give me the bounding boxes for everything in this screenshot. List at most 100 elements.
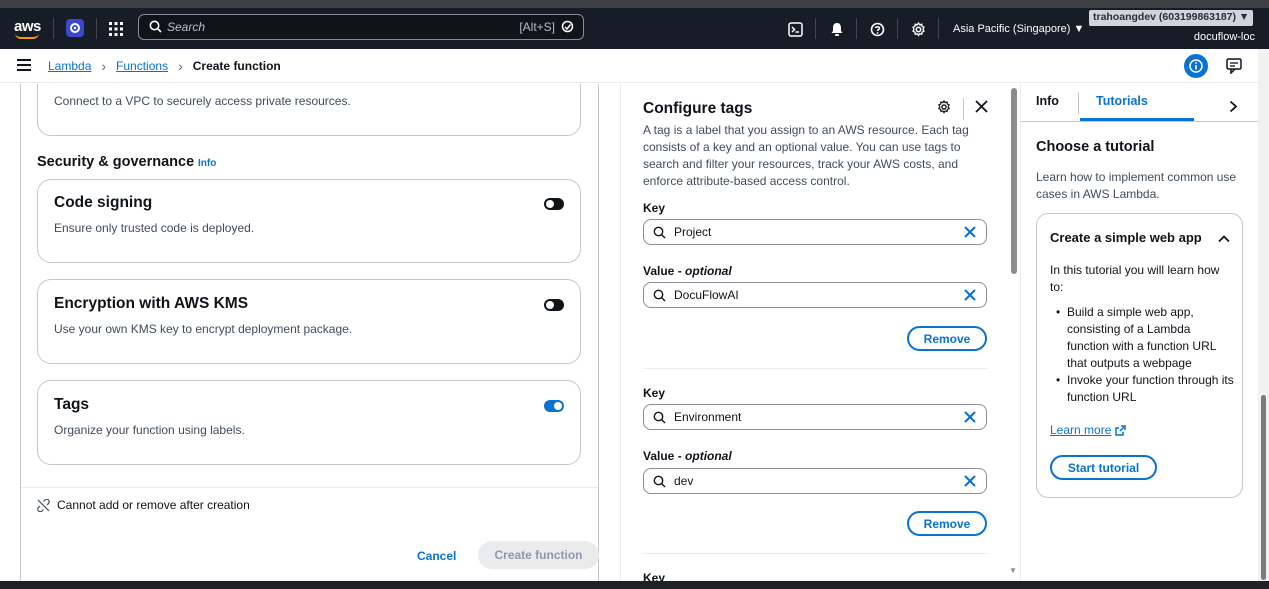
scroll-down-arrow-icon[interactable]: ▼	[1009, 566, 1017, 575]
search-input[interactable]: Search [Alt+S]	[138, 14, 584, 40]
aws-smile-icon	[15, 33, 39, 39]
kms-encryption-title: Encryption with AWS KMS	[54, 295, 249, 312]
tag-divider	[643, 553, 987, 554]
tag-key-label: Key	[643, 386, 666, 400]
value-label-text: Value -	[643, 264, 686, 278]
help-heading: Choose a tutorial	[1036, 139, 1155, 155]
tag-key-label: Key	[643, 201, 666, 215]
remove-tag-button[interactable]: Remove	[907, 326, 987, 351]
breadcrumb: Lambda › Functions › Create function	[48, 49, 281, 83]
breadcrumb-current: Create function	[192, 59, 281, 73]
tags-description: Organize your function using labels.	[54, 423, 245, 437]
configure-tags-panel: Configure tags A tag is a label that you…	[620, 84, 1020, 581]
help-panel: Info Tutorials Choose a tutorial Learn h…	[1020, 84, 1258, 581]
tag-value-input[interactable]: dev	[643, 468, 987, 494]
tab-tutorials[interactable]: Tutorials	[1096, 94, 1148, 108]
optional-label: optional	[685, 264, 732, 278]
app-icon[interactable]	[66, 19, 84, 37]
menu-icon[interactable]	[17, 59, 31, 74]
tag-value-label: Value - optional	[643, 449, 732, 463]
tags-toggle[interactable]	[544, 400, 564, 412]
link-broken-icon	[37, 498, 50, 512]
nav-divider	[938, 18, 939, 39]
tabs-divider	[1021, 121, 1258, 122]
aws-logo[interactable]: aws	[14, 8, 44, 49]
kms-encryption-card: Encryption with AWS KMS Use your own KMS…	[37, 279, 581, 364]
breadcrumb-bar: Lambda › Functions › Create function	[0, 49, 1269, 83]
bell-icon[interactable]	[828, 20, 846, 38]
tags-panel-scrollbar[interactable]	[1011, 88, 1017, 274]
tag-value-value: DocuFlowAI	[674, 288, 739, 302]
search-icon	[149, 20, 162, 36]
chevron-up-icon[interactable]	[1218, 232, 1230, 246]
vpc-description: Connect to a VPC to securely access priv…	[54, 94, 351, 108]
start-tutorial-button[interactable]: Start tutorial	[1050, 455, 1157, 480]
settings-icon[interactable]	[909, 20, 927, 38]
region-selector[interactable]: Asia Pacific (Singapore) ▼	[953, 8, 1084, 49]
tag-value-input[interactable]: DocuFlowAI	[643, 282, 987, 308]
breadcrumb-functions[interactable]: Functions	[116, 59, 168, 73]
kms-encryption-toggle[interactable]	[544, 299, 564, 311]
search-shortcut: [Alt+S]	[519, 20, 555, 34]
security-governance-heading: Security & governance	[37, 154, 195, 170]
services-grid-icon[interactable]	[109, 8, 125, 49]
code-signing-toggle[interactable]	[544, 198, 564, 210]
nav-divider	[815, 18, 816, 39]
tag-key-value: Project	[674, 225, 712, 239]
help-icon[interactable]	[868, 20, 886, 38]
chevron-right-icon: ›	[101, 58, 107, 74]
tag-key-label: Key	[643, 571, 666, 581]
page-scrollbar[interactable]	[1261, 395, 1266, 580]
clear-icon[interactable]	[964, 411, 976, 426]
tutorial-card: Create a simple web app In this tutorial…	[1036, 213, 1243, 498]
tab-divider	[1078, 92, 1079, 114]
create-function-button[interactable]: Create function	[478, 541, 599, 569]
configure-tags-title: Configure tags	[643, 100, 753, 117]
create-function-form: Connect to a VPC to securely access priv…	[0, 84, 620, 581]
toggle-knob	[554, 402, 562, 410]
settings-icon[interactable]	[937, 99, 951, 117]
clear-icon[interactable]	[964, 289, 976, 304]
tab-info[interactable]: Info	[1036, 94, 1059, 108]
tag-divider	[643, 368, 987, 369]
cancel-button[interactable]: Cancel	[407, 542, 466, 570]
browser-chrome-strip	[0, 0, 1269, 8]
vpc-card: Connect to a VPC to securely access priv…	[37, 84, 581, 136]
account-alias: docuflow-loc	[1193, 31, 1255, 43]
kms-encryption-description: Use your own KMS key to encrypt deployme…	[54, 322, 353, 336]
toggle-knob	[546, 301, 554, 309]
tag-value-value: dev	[674, 474, 694, 488]
account-menu[interactable]: trahoangdev (603199863187) ▼	[1089, 10, 1254, 26]
breadcrumb-lambda[interactable]: Lambda	[48, 59, 91, 73]
search-icon	[653, 289, 666, 305]
learn-more-link[interactable]: Learn more	[1050, 423, 1127, 437]
external-link-icon	[1115, 424, 1127, 436]
configure-tags-description: A tag is a label that you assign to an A…	[643, 123, 969, 188]
divider	[21, 487, 598, 488]
tag-key-input[interactable]: Project	[643, 219, 987, 245]
info-panel-icon[interactable]	[1184, 54, 1208, 78]
divider	[963, 98, 964, 120]
tags-title: Tags	[54, 396, 90, 413]
chevron-right-icon: ›	[178, 58, 183, 74]
remove-tag-button[interactable]: Remove	[907, 511, 987, 536]
search-icon	[653, 411, 666, 427]
cloudshell-icon[interactable]	[786, 20, 804, 38]
search-icon	[653, 475, 666, 491]
list-item: Invoke your function through its functio…	[1050, 372, 1235, 406]
creation-note-text: Cannot add or remove after creation	[57, 498, 250, 512]
feedback-icon[interactable]	[1226, 58, 1242, 77]
security-info-link[interactable]: Info	[198, 158, 216, 169]
chevron-right-icon[interactable]	[1229, 100, 1238, 116]
tag-key-input[interactable]: Environment	[643, 404, 987, 430]
learn-more-text: Learn more	[1050, 423, 1112, 437]
nav-divider	[96, 18, 97, 39]
nav-divider	[897, 18, 898, 39]
clear-icon[interactable]	[964, 226, 976, 241]
taskbar-strip	[0, 581, 1269, 589]
close-icon[interactable]	[975, 100, 988, 116]
clear-icon[interactable]	[964, 475, 976, 490]
tag-value-label: Value - optional	[643, 264, 732, 278]
code-signing-title: Code signing	[54, 194, 153, 211]
nav-divider	[53, 18, 54, 39]
